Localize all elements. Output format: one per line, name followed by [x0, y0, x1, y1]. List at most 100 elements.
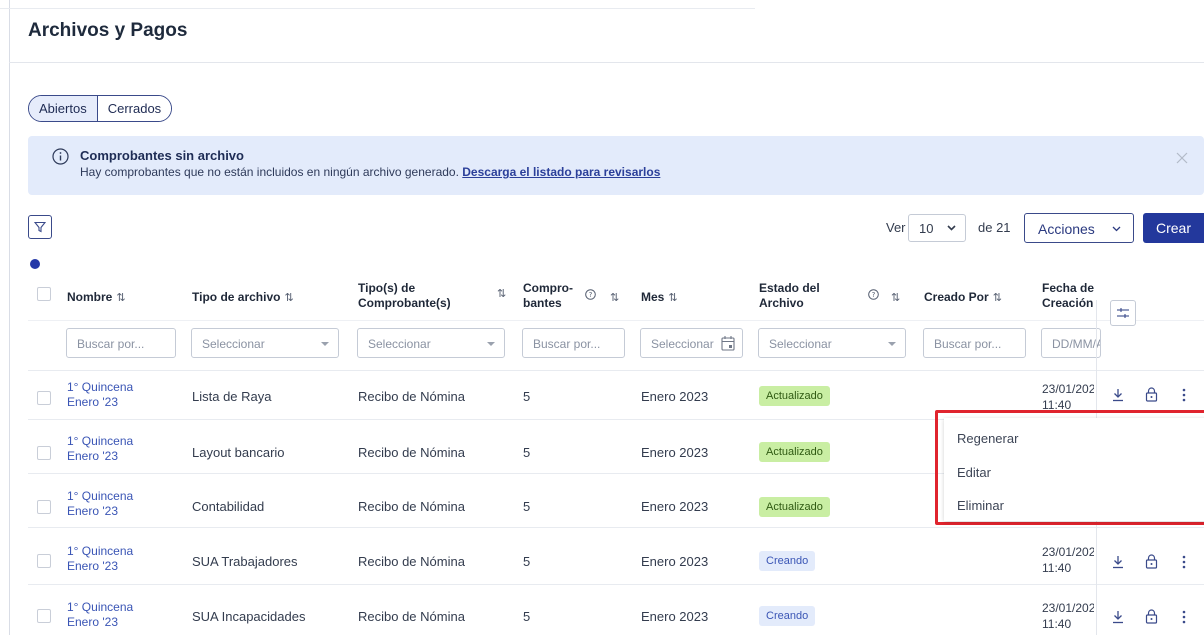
actions-dropdown-button[interactable]: Acciones	[1024, 213, 1134, 243]
help-icon[interactable]: ?	[585, 289, 596, 300]
row-fecha: 23/01/202311:40	[1042, 381, 1094, 413]
caret-down-icon	[888, 342, 896, 346]
tab-cerrados[interactable]: Cerrados	[97, 96, 172, 121]
row-checkbox[interactable]	[37, 500, 51, 514]
alert-text: Hay comprobantes que no están incluidos …	[80, 165, 660, 179]
row-checkbox[interactable]	[37, 446, 51, 460]
sort-icon[interactable]: ⇅	[284, 292, 293, 304]
header-label-line2: Comprobante(s)	[358, 296, 451, 310]
sort-icon[interactable]: ⇅	[497, 288, 506, 300]
header-label-line2: Archivo	[759, 296, 804, 310]
filter-nombre-input[interactable]: Buscar por...	[66, 328, 176, 358]
info-alert: Comprobantes sin archivo Hay comprobante…	[28, 136, 1204, 195]
create-button[interactable]: Crear	[1143, 213, 1204, 243]
row-name-line2: Enero '23	[67, 559, 118, 573]
row-checkbox[interactable]	[37, 609, 51, 623]
row-fecha-time: 11:40	[1042, 561, 1072, 575]
column-header-tipo-comprobante[interactable]: Tipo(s) de Comprobante(s)	[358, 281, 451, 311]
row-name-line1: 1° Quincena	[67, 544, 134, 558]
column-settings-button[interactable]	[1110, 300, 1136, 326]
row-tipo-comprobante: Recibo de Nómina	[358, 609, 465, 624]
more-options-icon[interactable]	[1181, 610, 1187, 624]
row-name-line2: Enero '23	[67, 615, 118, 629]
filter-fecha-input[interactable]: DD/MM/AAAA	[1041, 328, 1101, 358]
more-options-icon[interactable]	[1181, 555, 1187, 569]
column-header-estado[interactable]: Estado del Archivo	[759, 281, 820, 311]
row-mes: Enero 2023	[641, 499, 709, 514]
sort-icon[interactable]: ⇅	[993, 292, 1002, 304]
row-divider	[28, 584, 1204, 585]
header-label-line1: Estado del	[759, 281, 820, 295]
lock-icon[interactable]	[1145, 554, 1158, 569]
row-name-link[interactable]: 1° Quincena Enero '23	[67, 544, 133, 574]
column-header-comprobantes[interactable]: Compro-bantes	[523, 281, 573, 311]
page-size-select[interactable]: 10	[908, 214, 966, 242]
row-mes: Enero 2023	[641, 445, 709, 460]
row-name-link[interactable]: 1° Quincena Enero '23	[67, 380, 133, 410]
svg-text:?: ?	[589, 291, 593, 299]
sort-icon-estado[interactable]: ⇅	[887, 290, 900, 306]
row-name-line1: 1° Quincena	[67, 489, 134, 503]
status-badge: Actualizado	[759, 386, 830, 406]
row-fecha-time: 11:40	[1042, 617, 1072, 631]
row-name-link[interactable]: 1° Quincena Enero '23	[67, 489, 133, 519]
row-mes: Enero 2023	[641, 609, 709, 624]
filter-creado-por-input[interactable]: Buscar por...	[923, 328, 1026, 358]
download-icon[interactable]	[1111, 555, 1125, 569]
header-label: Mes	[641, 290, 665, 304]
filter-estado-select[interactable]: Seleccionar	[758, 328, 906, 358]
download-icon[interactable]	[1111, 610, 1125, 624]
status-tabs: Abiertos Cerrados	[28, 95, 173, 122]
column-header-creado-por[interactable]: Creado Por ⇅	[924, 290, 1002, 306]
row-fecha-date: 23/01/2023	[1042, 601, 1094, 615]
row-context-menu: Regenerar Editar Eliminar	[944, 418, 1204, 521]
lock-icon[interactable]	[1145, 387, 1158, 402]
calendar-icon	[721, 335, 735, 351]
row-checkbox[interactable]	[37, 554, 51, 568]
select-all-checkbox[interactable]	[37, 287, 51, 301]
row-tipo-comprobante: Recibo de Nómina	[358, 554, 465, 569]
sort-icon[interactable]: ⇅	[668, 292, 677, 304]
page-size-value: 10	[919, 221, 934, 236]
close-icon[interactable]	[1176, 152, 1188, 164]
menu-item-eliminar[interactable]: Eliminar	[957, 498, 1004, 513]
menu-item-regenerar[interactable]: Regenerar	[957, 431, 1018, 446]
filter-button[interactable]	[28, 215, 52, 239]
chevron-down-icon	[947, 225, 956, 231]
tab-abiertos[interactable]: Abiertos	[29, 96, 98, 121]
sort-icon[interactable]: ⇅	[116, 292, 125, 304]
download-icon[interactable]	[1111, 388, 1125, 402]
row-name-link[interactable]: 1° Quincena Enero '23	[67, 434, 133, 464]
filter-tipo-archivo-select[interactable]: Seleccionar	[191, 328, 339, 358]
status-badge: Actualizado	[759, 442, 830, 462]
app-shell-left-border	[9, 0, 10, 635]
more-options-icon[interactable]	[1181, 388, 1187, 402]
sort-icon[interactable]: ⇅	[891, 292, 900, 304]
lock-icon[interactable]	[1145, 609, 1158, 624]
download-list-link[interactable]: Descarga el listado para revisarlos	[462, 165, 660, 179]
status-badge: Creando	[759, 606, 816, 626]
title-divider	[9, 62, 1204, 63]
row-count: 5	[523, 609, 531, 624]
header-label-line1: Tipo(s) de	[358, 281, 416, 295]
row-name-link[interactable]: 1° Quincena Enero '23	[67, 600, 133, 630]
sort-icon[interactable]: ⇅	[610, 292, 619, 304]
filter-tipo-comprobante-select[interactable]: Seleccionar	[357, 328, 505, 358]
info-icon	[52, 148, 69, 165]
filter-comprobantes-input[interactable]: Buscar por...	[522, 328, 625, 358]
column-header-tipo-archivo[interactable]: Tipo de archivo ⇅	[192, 290, 294, 306]
actions-label: Acciones	[1038, 221, 1095, 237]
sort-icon-comprobantes[interactable]: ⇅	[606, 290, 619, 306]
row-count: 5	[523, 445, 531, 460]
row-name-line2: Enero '23	[67, 395, 118, 409]
menu-item-editar[interactable]: Editar	[957, 465, 991, 480]
sort-icon-tipo-comprobante[interactable]: ⇅	[493, 286, 506, 302]
column-header-nombre[interactable]: Nombre ⇅	[67, 290, 126, 306]
help-icon[interactable]: ?	[868, 289, 879, 300]
column-header-fecha[interactable]: Fecha de Creación	[1042, 281, 1094, 311]
row-checkbox[interactable]	[37, 391, 51, 405]
row-name-line2: Enero '23	[67, 504, 118, 518]
app-shell-top-border	[0, 8, 755, 9]
column-header-mes[interactable]: Mes ⇅	[641, 290, 678, 306]
filter-mes-select[interactable]: Seleccionar	[640, 328, 743, 358]
